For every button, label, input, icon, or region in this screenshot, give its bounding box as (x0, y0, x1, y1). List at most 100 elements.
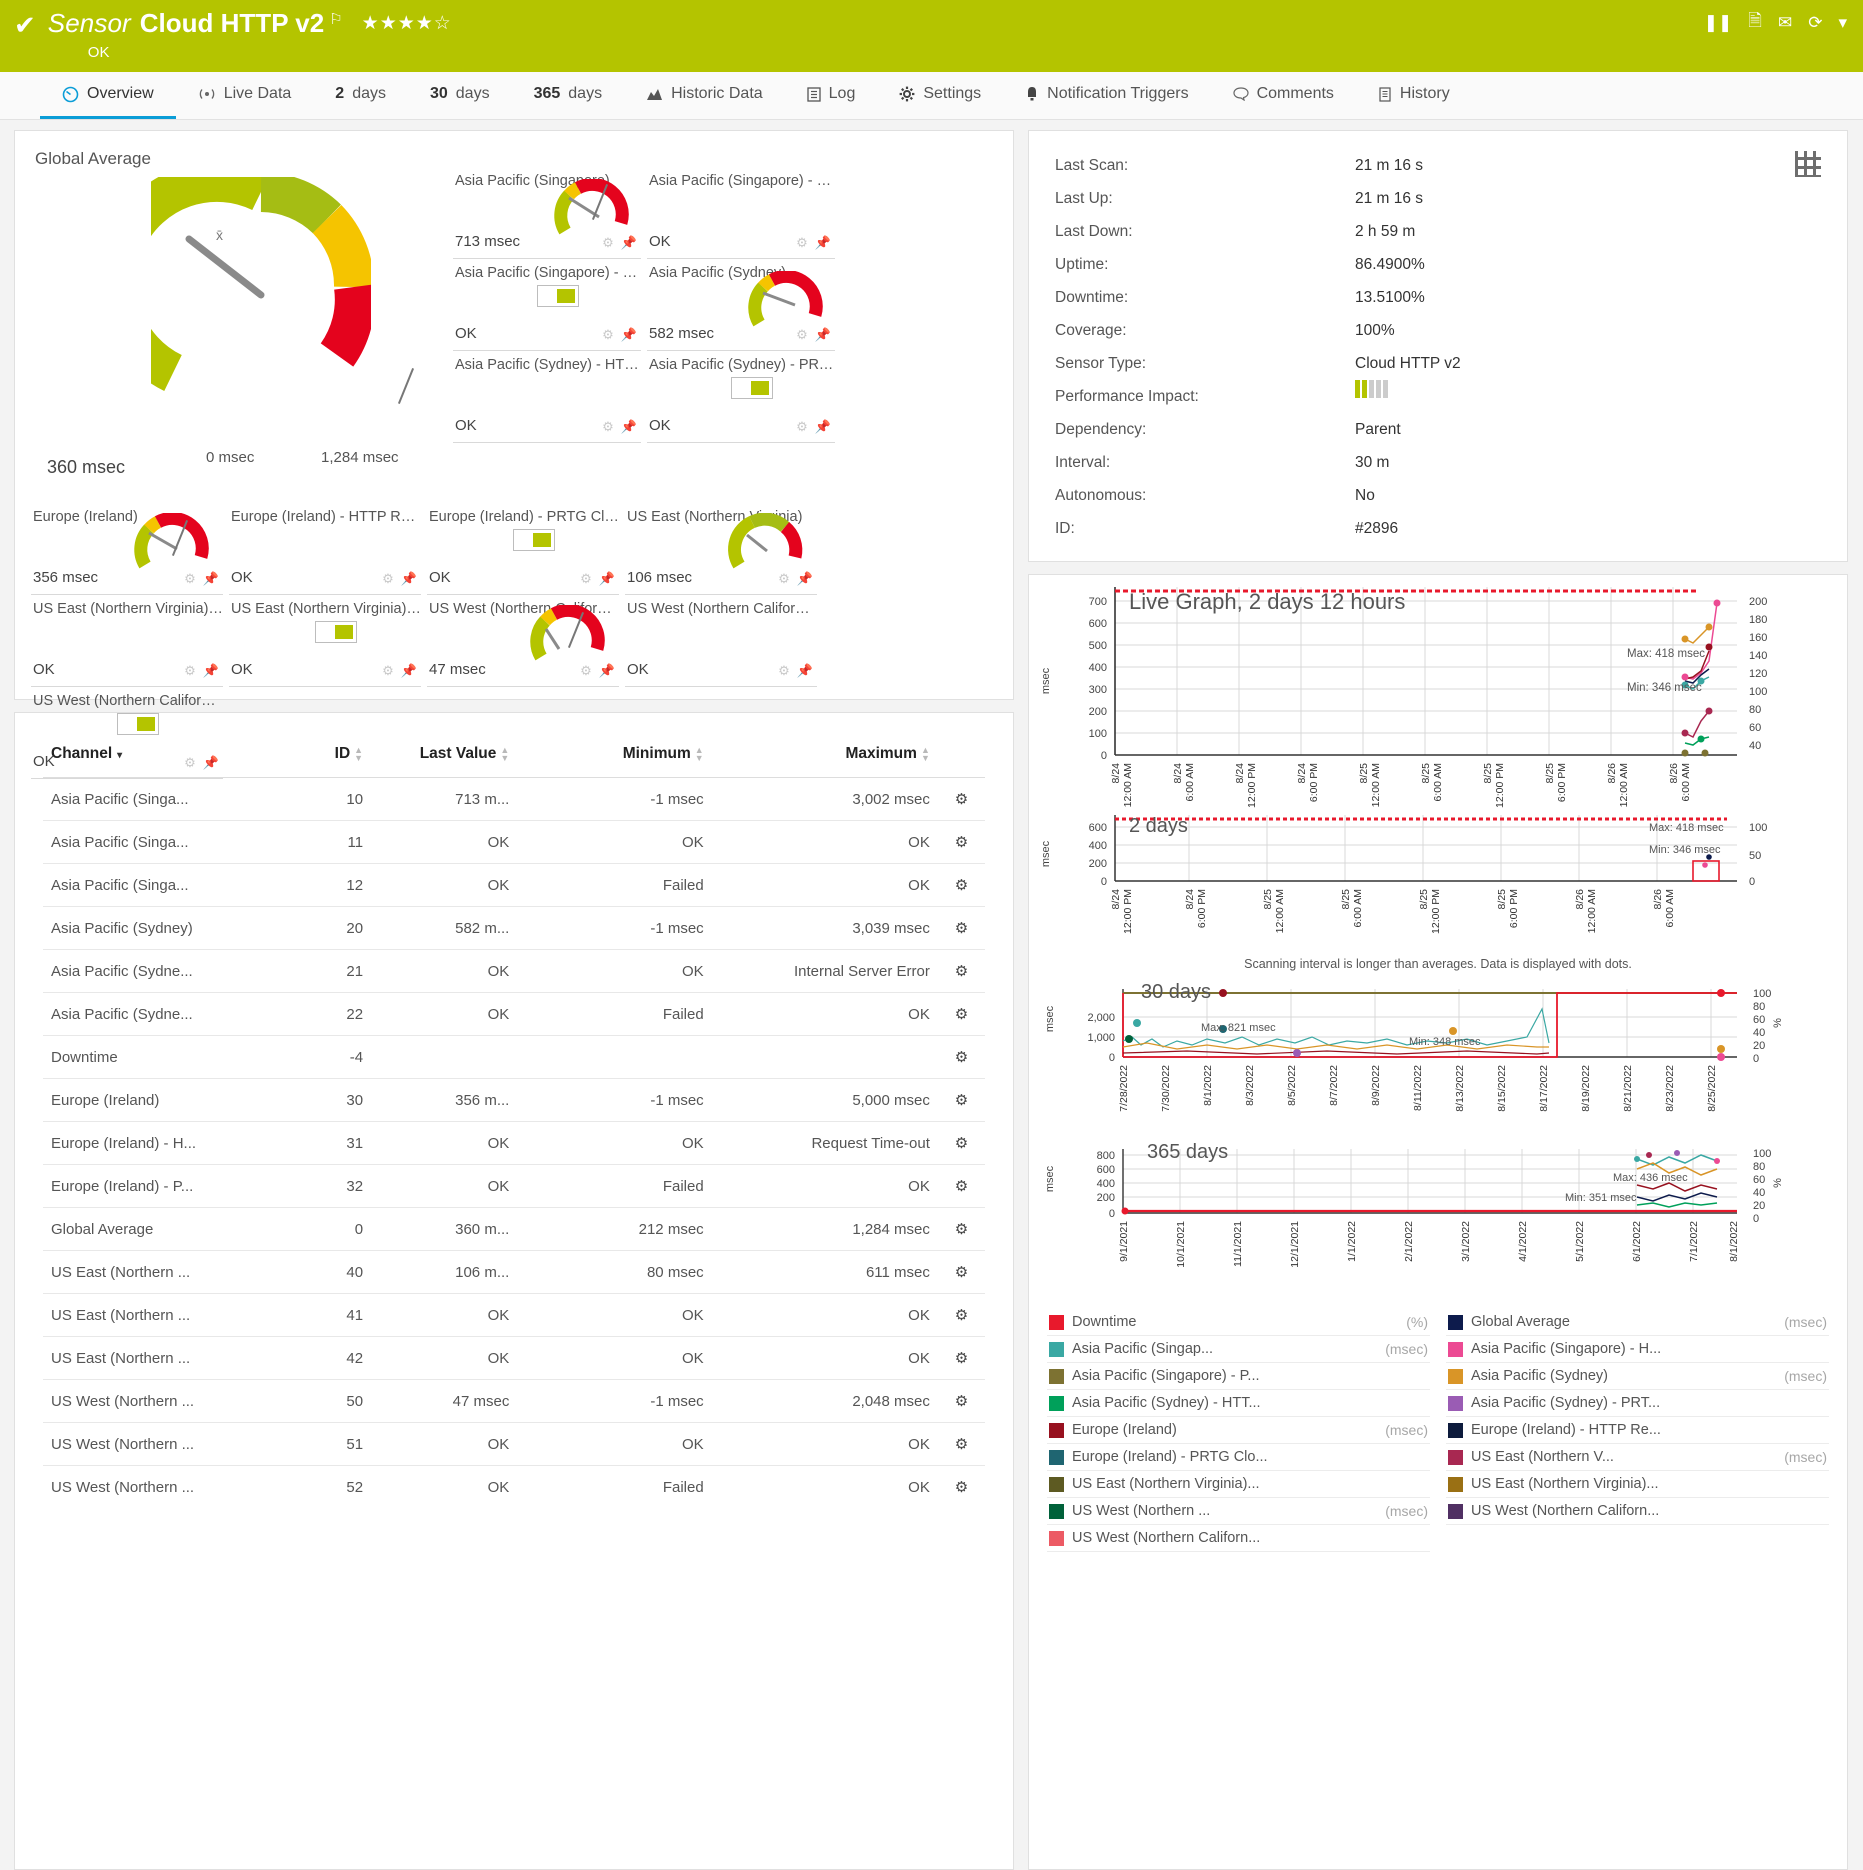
mini-gauge-card[interactable]: Asia Pacific (Sydney) - PRTG ... OK ⚙📌 (647, 351, 835, 443)
legend-item[interactable]: Asia Pacific (Sydney)(msec) (1446, 1363, 1829, 1390)
pin-icon[interactable]: 📌 (815, 419, 831, 435)
channel-settings-icon[interactable]: ⚙ (938, 1165, 985, 1208)
report-icon[interactable]: 🗎 (1748, 8, 1762, 37)
legend-item[interactable]: Global Average(msec) (1446, 1309, 1829, 1336)
mini-gauge-card[interactable]: Europe (Ireland) - HTTP Resp... OK ⚙📌 (229, 503, 421, 595)
mini-gauge-card[interactable]: Asia Pacific (Sydney) - HTTP ... OK ⚙📌 (453, 351, 641, 443)
pin-icon[interactable]: 📌 (203, 571, 219, 587)
refresh-icon[interactable]: ⟳ (1808, 13, 1822, 33)
tab-historic-data[interactable]: Historic Data (624, 72, 785, 119)
legend-item[interactable]: Asia Pacific (Sydney) - PRT... (1446, 1390, 1829, 1417)
channel-settings-icon[interactable]: ⚙ (938, 1466, 985, 1509)
tab-comments[interactable]: Comments (1211, 72, 1356, 119)
table-row[interactable]: US West (Northern ...52OKFailedOK⚙ (43, 1466, 985, 1509)
channel-settings-icon[interactable]: ⚙ (938, 1036, 985, 1079)
gear-icon[interactable]: ⚙ (382, 663, 394, 679)
tab-2-days[interactable]: 2 days (313, 72, 408, 119)
table-row[interactable]: Asia Pacific (Singa...12OKFailedOK⚙ (43, 864, 985, 907)
table-row[interactable]: US West (Northern ...5047 msec-1 msec2,0… (43, 1380, 985, 1423)
channel-settings-icon[interactable]: ⚙ (938, 1251, 985, 1294)
table-row[interactable]: US West (Northern ...51OKOKOK⚙ (43, 1423, 985, 1466)
mini-gauge-card[interactable]: Europe (Ireland) 356 msec ⚙📌 (31, 503, 223, 595)
table-row[interactable]: Downtime-4⚙ (43, 1036, 985, 1079)
mini-gauge-card[interactable]: US West (Northern California) 47 msec ⚙📌 (427, 595, 619, 687)
channel-settings-icon[interactable]: ⚙ (938, 1337, 985, 1380)
table-row[interactable]: Asia Pacific (Sydney)20582 m...-1 msec3,… (43, 907, 985, 950)
pin-icon[interactable]: 📌 (797, 571, 813, 587)
legend-item[interactable]: US East (Northern Virginia)... (1446, 1471, 1829, 1498)
flag-icon[interactable]: ⚐ (329, 10, 342, 28)
pin-icon[interactable]: 📌 (599, 663, 615, 679)
mini-gauge-card[interactable]: US East (Northern Virginia) - ... OK ⚙📌 (31, 595, 223, 687)
table-row[interactable]: Global Average0360 m...212 msec1,284 mse… (43, 1208, 985, 1251)
table-row[interactable]: Europe (Ireland)30356 m...-1 msec5,000 m… (43, 1079, 985, 1122)
channel-settings-icon[interactable]: ⚙ (938, 1208, 985, 1251)
table-row[interactable]: US East (Northern ...41OKOKOK⚙ (43, 1294, 985, 1337)
table-row[interactable]: US East (Northern ...42OKOKOK⚙ (43, 1337, 985, 1380)
mini-gauge-card[interactable]: Asia Pacific (Sydney) 582 msec ⚙📌 (647, 259, 835, 351)
gear-icon[interactable]: ⚙ (580, 571, 592, 587)
pause-icon[interactable]: ❚❚ (1704, 13, 1733, 33)
pin-icon[interactable]: 📌 (815, 327, 831, 343)
gear-icon[interactable]: ⚙ (796, 327, 808, 343)
pin-icon[interactable]: 📌 (621, 327, 637, 343)
gear-icon[interactable]: ⚙ (184, 571, 196, 587)
thirty-days-graph[interactable]: 30 days msec % 2,0001,0000 1008060 40200 (1037, 979, 1839, 1143)
channel-settings-icon[interactable]: ⚙ (938, 907, 985, 950)
pin-icon[interactable]: 📌 (401, 663, 417, 679)
mail-icon[interactable]: ✉ (1778, 13, 1792, 33)
mini-gauge-card[interactable]: Europe (Ireland) - PRTG Cloud... OK ⚙📌 (427, 503, 619, 595)
table-row[interactable]: US East (Northern ...40106 m...80 msec61… (43, 1251, 985, 1294)
pin-icon[interactable]: 📌 (815, 235, 831, 251)
legend-item[interactable]: Asia Pacific (Singap...(msec) (1047, 1336, 1430, 1363)
channel-settings-icon[interactable]: ⚙ (938, 993, 985, 1036)
tab-365-days[interactable]: 365 days (512, 72, 625, 119)
tab-live-data[interactable]: Live Data (176, 72, 314, 119)
tab-overview[interactable]: Overview (40, 72, 176, 119)
mini-gauge-card[interactable]: US East (Northern Virginia) 106 msec ⚙📌 (625, 503, 817, 595)
channel-settings-icon[interactable]: ⚙ (938, 950, 985, 993)
channel-settings-icon[interactable]: ⚙ (938, 778, 985, 821)
legend-item[interactable]: Europe (Ireland)(msec) (1047, 1417, 1430, 1444)
gear-icon[interactable]: ⚙ (602, 419, 614, 435)
gear-icon[interactable]: ⚙ (184, 755, 196, 771)
legend-item[interactable]: US East (Northern V...(msec) (1446, 1444, 1829, 1471)
legend-item[interactable]: Asia Pacific (Singapore) - H... (1446, 1336, 1829, 1363)
qr-code-icon[interactable] (1795, 151, 1821, 177)
mini-gauge-card[interactable]: Asia Pacific (Singapore) - PR... OK ⚙📌 (453, 259, 641, 351)
gear-icon[interactable]: ⚙ (796, 419, 808, 435)
channel-settings-icon[interactable]: ⚙ (938, 1423, 985, 1466)
legend-item[interactable]: Europe (Ireland) - HTTP Re... (1446, 1417, 1829, 1444)
pin-icon[interactable]: 📌 (797, 663, 813, 679)
live-graph[interactable]: Live Graph, 2 days 12 hours msec 700600 … (1037, 581, 1839, 815)
channel-settings-icon[interactable]: ⚙ (938, 1380, 985, 1423)
mini-gauge-card[interactable]: Asia Pacific (Singapore) - HT... OK ⚙📌 (647, 167, 835, 259)
tab-settings[interactable]: Settings (877, 72, 1003, 119)
table-row[interactable]: Europe (Ireland) - P...32OKFailedOK⚙ (43, 1165, 985, 1208)
pin-icon[interactable]: 📌 (203, 755, 219, 771)
tab-30-days[interactable]: 30 days (408, 72, 512, 119)
legend-item[interactable]: Asia Pacific (Sydney) - HTT... (1047, 1390, 1430, 1417)
channel-settings-icon[interactable]: ⚙ (938, 1079, 985, 1122)
legend-item[interactable]: US West (Northern Californ... (1446, 1498, 1829, 1525)
gear-icon[interactable]: ⚙ (778, 571, 790, 587)
mini-gauge-card[interactable]: US West (Northern California)... OK ⚙📌 (625, 595, 817, 687)
gear-icon[interactable]: ⚙ (778, 663, 790, 679)
legend-item[interactable]: Downtime(%) (1047, 1309, 1430, 1336)
table-row[interactable]: Asia Pacific (Singa...10713 m...-1 msec3… (43, 778, 985, 821)
chevron-down-icon[interactable]: ▾ (1838, 13, 1847, 33)
gear-icon[interactable]: ⚙ (796, 235, 808, 251)
channel-settings-icon[interactable]: ⚙ (938, 1294, 985, 1337)
tab-log[interactable]: Log (785, 72, 878, 119)
tab-notification-triggers[interactable]: Notification Triggers (1003, 72, 1210, 119)
gear-icon[interactable]: ⚙ (602, 235, 614, 251)
legend-item[interactable]: Asia Pacific (Singapore) - P... (1047, 1363, 1430, 1390)
pin-icon[interactable]: 📌 (203, 663, 219, 679)
gear-icon[interactable]: ⚙ (580, 663, 592, 679)
table-row[interactable]: Asia Pacific (Singa...11OKOKOK⚙ (43, 821, 985, 864)
legend-item[interactable]: US East (Northern Virginia)... (1047, 1471, 1430, 1498)
pin-icon[interactable]: 📌 (621, 419, 637, 435)
gear-icon[interactable]: ⚙ (602, 327, 614, 343)
year-graph[interactable]: 365 days msec % 800600 4002000 1008060 4… (1037, 1139, 1839, 1303)
pin-icon[interactable]: 📌 (401, 571, 417, 587)
